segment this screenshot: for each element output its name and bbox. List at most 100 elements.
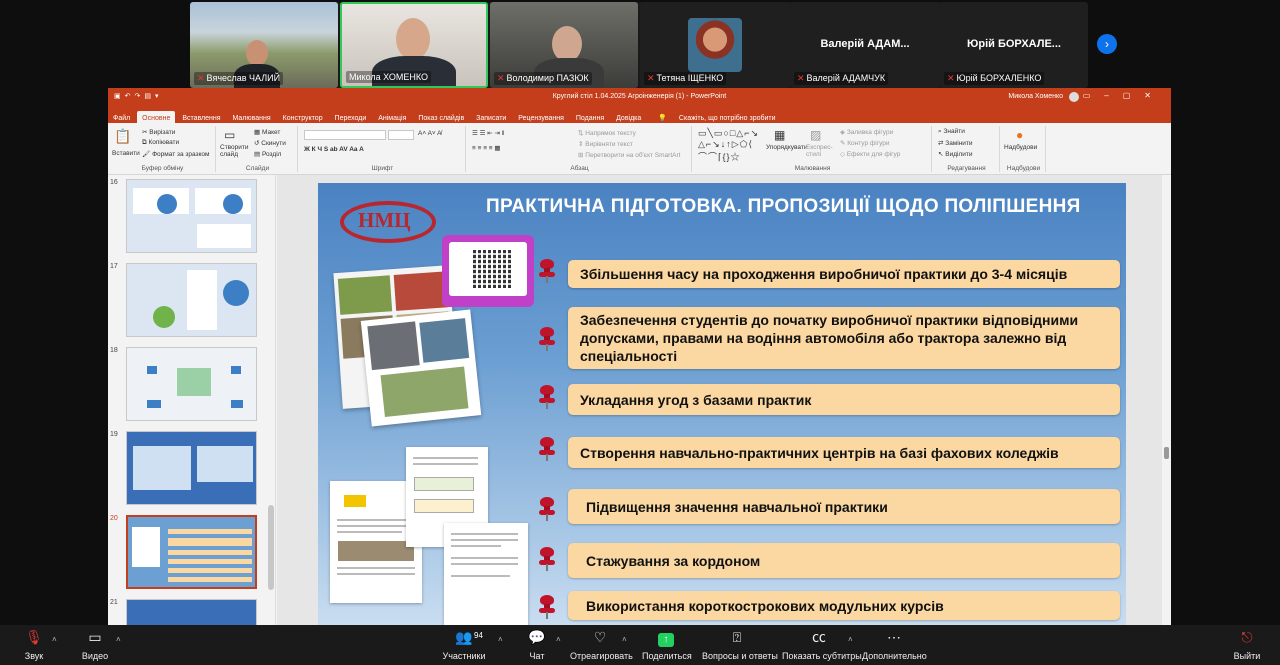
text-direction-icon: ⇅ — [578, 130, 584, 137]
tab-help[interactable]: Довідка — [611, 111, 646, 122]
list-buttons[interactable]: ☰ ☰ ⇤ ⇥ ‖ — [472, 129, 504, 137]
slide-number: 17 — [110, 263, 118, 270]
participant-tile[interactable]: Юрій БОРХАЛЕ... ✕ Юрій БОРХАЛЕНКО — [940, 2, 1088, 88]
tab-insert[interactable]: Вставлення — [177, 111, 225, 122]
addins-button[interactable]: Надбудови — [1004, 144, 1037, 151]
chevron-up-icon[interactable]: ˄ — [622, 635, 627, 644]
slide-thumbnail[interactable] — [126, 599, 257, 625]
new-slide-icon[interactable]: ▭ — [224, 128, 235, 142]
font-size-field[interactable] — [388, 130, 414, 140]
slide-thumbnail[interactable] — [126, 347, 257, 421]
smartart-button[interactable]: ⊞ Перетворити на об'єкт SmartArt — [578, 151, 680, 159]
text-direction-button[interactable]: ⇅ Напрямок тексту — [578, 129, 636, 137]
participant-tile[interactable]: ✕ Вячеслав ЧАЛИЙ — [190, 2, 338, 88]
shape-effects-button[interactable]: ◇ Ефекти для фігур — [840, 150, 900, 158]
tab-file[interactable]: Файл — [108, 111, 135, 122]
proposal-item: Стажування за кордоном — [568, 543, 1120, 578]
align-text-button[interactable]: ⇕ Вирівняти текст — [578, 140, 633, 148]
chevron-right-icon[interactable]: › — [1097, 34, 1117, 54]
shape-outline-button[interactable]: ✎ Контур фігури — [840, 139, 890, 147]
tab-animations[interactable]: Анімація — [373, 111, 411, 122]
chevron-up-icon[interactable]: ˄ — [498, 635, 503, 644]
more-button[interactable]: ⋯ Дополнительно — [862, 629, 927, 661]
tab-view[interactable]: Подання — [571, 111, 609, 122]
participant-tile[interactable]: ✕ Володимир ПАЗЮК — [490, 2, 638, 88]
participant-tile[interactable]: Валерій АДАМ... ✕ Валерій АДАМЧУК — [790, 2, 940, 88]
window-controls[interactable]: ▭–▢✕ — [1083, 91, 1165, 100]
participant-tile-active-speaker[interactable]: Микола ХОМЕНКО — [340, 2, 488, 88]
leave-button[interactable]: ⎋ Выйти — [1232, 629, 1262, 661]
doc-line — [337, 567, 415, 569]
arrange-icon[interactable]: ▦ — [774, 128, 785, 142]
cut-button[interactable]: ✂ Вирізати — [142, 128, 175, 136]
find-button[interactable]: ⌕ Знайти — [938, 128, 965, 136]
reset-button[interactable]: ↺ Скинути — [254, 139, 286, 147]
share-button[interactable]: ↑ Поделиться — [642, 629, 692, 661]
scrollbar-thumb[interactable] — [1164, 447, 1169, 459]
brush-icon: 🖌 — [142, 151, 151, 158]
tab-design[interactable]: Конструктор — [278, 111, 328, 122]
heart-icon: ♡ — [593, 629, 607, 645]
tell-me-search[interactable]: 💡 Скажіть, що потрібно зробити — [648, 106, 785, 122]
tab-transitions[interactable]: Переходи — [330, 111, 372, 122]
captions-button[interactable]: ㏄ Показать субтитры — [782, 629, 862, 661]
chevron-up-icon[interactable]: ˄ — [52, 635, 57, 644]
tab-slideshow[interactable]: Показ слайдів — [413, 111, 469, 122]
canvas-scrollbar[interactable] — [1162, 175, 1171, 625]
shape-fill-button[interactable]: ◈ Заливка фігури — [840, 128, 893, 136]
chevron-up-icon[interactable]: ˄ — [556, 635, 561, 644]
chevron-up-icon[interactable]: ˄ — [848, 635, 853, 644]
addins-icon[interactable]: ● — [1016, 128, 1023, 142]
font-name-field[interactable] — [304, 130, 386, 140]
doc-line — [337, 573, 415, 575]
quick-styles-icon[interactable]: ▨ — [810, 128, 821, 142]
group-caption: Слайди — [245, 165, 270, 172]
thumb-bar — [147, 366, 157, 374]
quick-styles-button[interactable]: Експрес-стилі — [806, 144, 836, 158]
slide-title: ПРАКТИЧНА ПІДГОТОВКА. ПРОПОЗИЦІЇ ЩОДО ПО… — [486, 196, 1081, 217]
slide-thumbnail[interactable] — [126, 179, 257, 253]
mic-muted-icon: ✕ — [947, 73, 955, 83]
thumb-content — [197, 446, 253, 482]
shapes-gallery[interactable]: ▭╲▭○□△⌐↘ △⌐↘↓↑▷⬠⟨ ⌒⌒⌈{}☆ — [698, 128, 759, 163]
doc-line — [450, 545, 502, 547]
format-painter-button[interactable]: 🖌 Формат за зразком — [142, 150, 210, 158]
arrange-button[interactable]: Упорядкувати — [766, 144, 807, 151]
video-button[interactable]: ▭ Видео — [80, 629, 110, 661]
user-name[interactable]: Микола Хоменко — [1008, 93, 1063, 100]
select-button[interactable]: ↖ Виділити — [938, 150, 973, 158]
section-button[interactable]: ▤ Розділ — [254, 150, 281, 158]
align-buttons[interactable]: ≡ ≡ ≡ ≡ ▦ — [472, 144, 501, 152]
layout-button[interactable]: ▦ Макет — [254, 128, 280, 136]
chat-label: Чат — [529, 651, 545, 661]
copy-button[interactable]: ⧉ Копіювати — [142, 139, 179, 147]
react-button[interactable]: ♡ Отреагировать — [570, 629, 633, 661]
chevron-up-icon[interactable]: ˄ — [116, 635, 121, 644]
audio-button[interactable]: 🎙 Звук — [20, 629, 48, 661]
thumbnail-scrollbar[interactable] — [268, 505, 274, 590]
font-size-buttons[interactable]: A˄ A˅ A̸ — [418, 130, 442, 137]
chat-button[interactable]: 💬 Чат — [524, 629, 550, 661]
slide-thumbnail[interactable] — [126, 263, 257, 337]
font-style-buttons[interactable]: Ж К Ч S ab AV Aa A — [304, 146, 364, 153]
slide-thumbnail[interactable] — [126, 431, 257, 505]
participant-tile[interactable]: ✕ Тетяна ІЩЕНКО — [640, 2, 790, 88]
proposal-item: Збільшення часу на проходження виробничо… — [568, 260, 1120, 288]
tab-review[interactable]: Рецензування — [513, 111, 569, 122]
paste-button[interactable]: Вставити — [112, 150, 140, 157]
video-label: Видео — [81, 651, 109, 661]
thumb-chart — [223, 280, 249, 306]
user-avatar[interactable] — [1069, 92, 1079, 102]
slide-thumbnail-selected[interactable] — [126, 515, 257, 589]
slide-20[interactable]: НМЦ ПРАКТИЧНА ПІДГОТОВКА. ПРОПОЗИЦІЇ ЩОД… — [318, 183, 1126, 625]
replace-button[interactable]: ⇄ Замінити — [938, 139, 973, 147]
paste-icon[interactable]: 📋 — [114, 128, 131, 145]
search-icon: ⌕ — [938, 128, 942, 135]
font-group: A˄ A˅ A̸ Ж К Ч S ab AV Aa A Шрифт — [300, 126, 466, 172]
tab-record[interactable]: Записати — [471, 111, 511, 122]
photo — [419, 318, 470, 363]
video-strip: ✕ Вячеслав ЧАЛИЙ Микола ХОМЕНКО ✕ Володими… — [190, 2, 1088, 88]
new-slide-button[interactable]: Створити слайд — [220, 144, 249, 158]
tab-draw[interactable]: Малювання — [228, 111, 276, 122]
qa-button[interactable]: ⍰ Вопросы и ответы — [702, 629, 778, 661]
